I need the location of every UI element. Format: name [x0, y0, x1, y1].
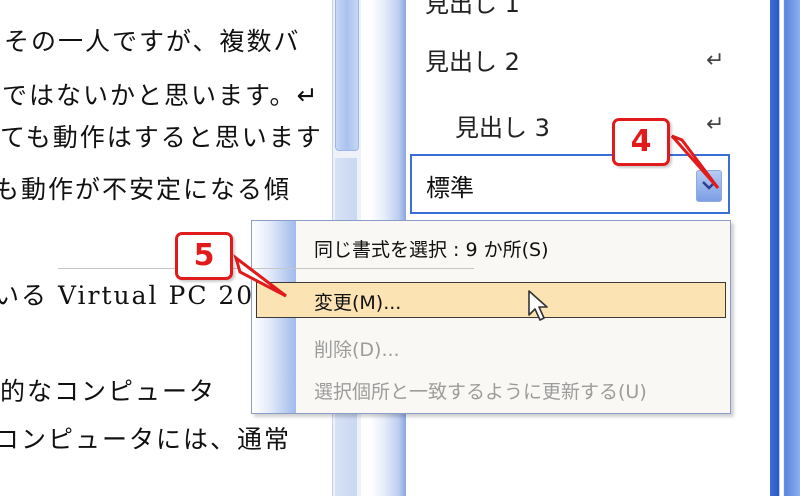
mouse-cursor-icon [528, 290, 548, 321]
callout-step-4: 4 [612, 118, 670, 166]
window-right-edge [770, 0, 800, 496]
document-line: 的なコンピュータ [0, 377, 217, 406]
document-line: コンピュータには、通常 [0, 425, 292, 454]
style-context-menu: 同じ書式を選択 : 9 か所(S) 変更(M)... 削除(D)... 選択個所… [251, 220, 731, 414]
style-item-heading-3[interactable]: 見出し 3 [455, 108, 550, 143]
scrollbar-thumb[interactable] [335, 0, 359, 151]
callout-step-5: 5 [175, 232, 233, 280]
menu-item-select-same-format[interactable]: 同じ書式を選択 : 9 か所(S) [256, 229, 726, 265]
menu-item-update-to-match[interactable]: 選択個所と一致するように更新する(U) [256, 371, 726, 407]
menu-item-delete[interactable]: 削除(D)... [256, 329, 726, 365]
style-item-heading-2[interactable]: 見出し 2 [425, 42, 520, 77]
menu-item-label: 同じ書式を選択 : 9 か所(S) [314, 239, 549, 261]
menu-item-label: 選択個所と一致するように更新する(U) [314, 381, 647, 403]
document-line: も動作が不安定になる傾 [0, 175, 292, 204]
paragraph-mark-icon: ↵ [706, 48, 725, 73]
menu-item-label: 削除(D)... [314, 339, 400, 361]
menu-item-label: 変更(M)... [314, 292, 402, 314]
style-combo-label: 標準 [426, 174, 474, 202]
document-line: その一人ですが、複数バ [4, 27, 301, 56]
document-line: ても動作はすると思います [0, 123, 323, 152]
style-item-heading-1[interactable]: 見出し 1 [425, 0, 520, 19]
menu-item-modify[interactable]: 変更(M)... [256, 282, 726, 318]
document-line: ではないかと思います。↵ [2, 81, 320, 110]
